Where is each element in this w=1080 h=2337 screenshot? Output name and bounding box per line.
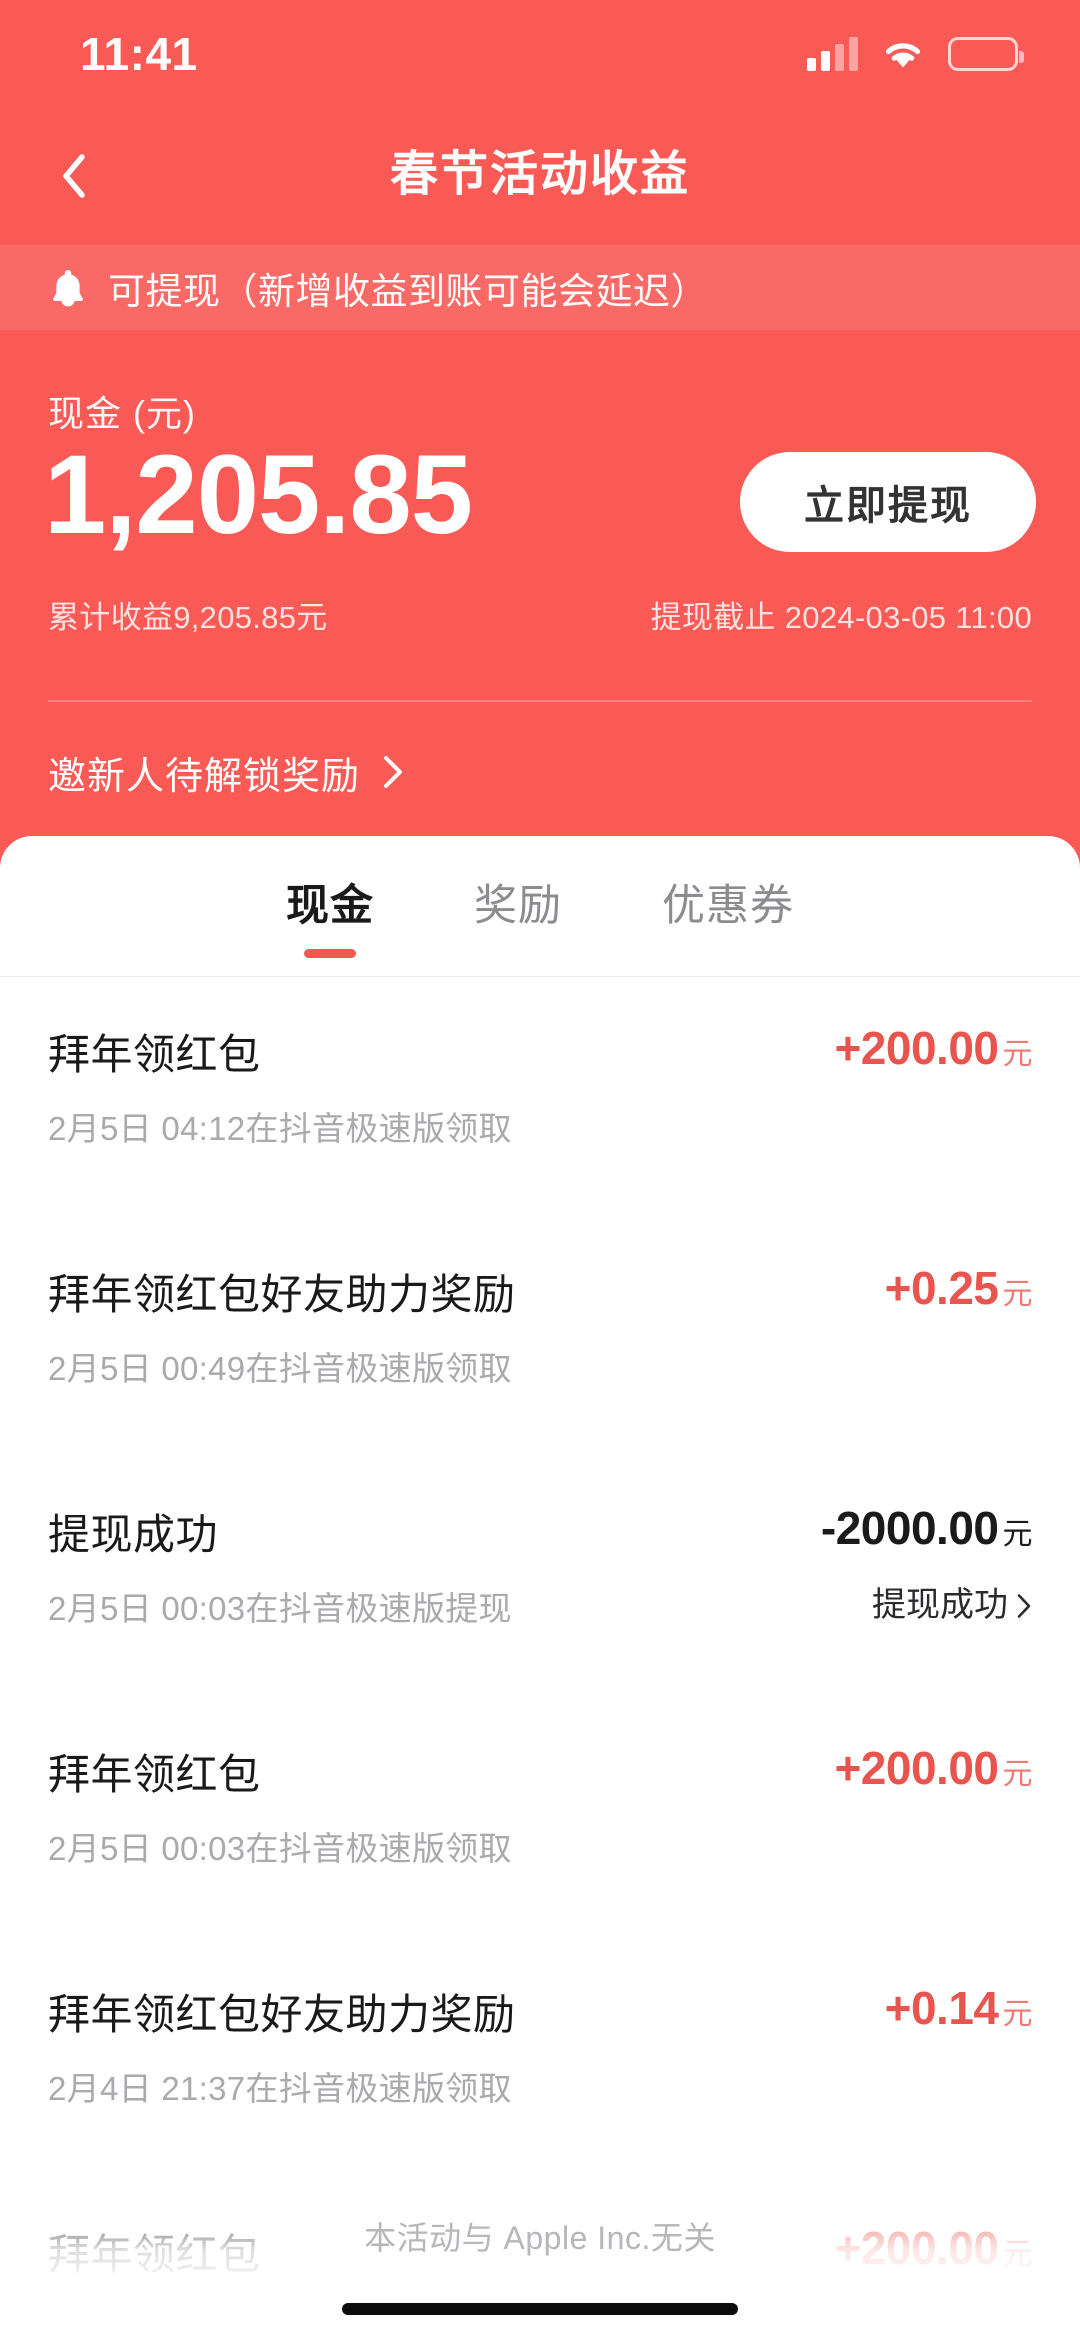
withdraw-deadline: 提现截止 2024-03-05 11:00 [650, 600, 1032, 635]
transaction-amount-value: +200.00 [834, 1022, 999, 1074]
transaction-right: +0.14 元 [884, 1981, 1033, 2035]
tab-coupons-label: 优惠券 [662, 882, 794, 930]
tab-bar: 现金 奖励 优惠券 [0, 836, 1080, 976]
table-row[interactable]: 拜年领红包 2月5日 00:03在抖音极速版领取 +200.00 元 [0, 1697, 1080, 1937]
nav-bar: 春节活动收益 [0, 110, 1080, 240]
table-row[interactable]: 提现成功 2月5日 00:03在抖音极速版提现 -2000.00 元 提现成功 [0, 1457, 1080, 1697]
transaction-amount-unit: 元 [1002, 1278, 1033, 1311]
tab-rewards-label: 奖励 [474, 882, 562, 930]
transaction-right: +200.00 元 [834, 1021, 1032, 1075]
transaction-list[interactable]: 拜年领红包 2月5日 04:12在抖音极速版领取 +200.00 元 拜年领红包好… [0, 977, 1080, 2337]
transaction-amount-unit: 元 [1002, 1038, 1033, 1071]
invite-rewards-label: 邀新人待解锁奖励 [48, 755, 361, 798]
home-indicator[interactable] [342, 2303, 738, 2315]
transaction-amount-value: +200.00 [834, 1742, 999, 1794]
table-row[interactable]: 拜年领红包好友助力奖励 2月4日 21:37在抖音极速版领取 +0.14 元 [0, 1937, 1080, 2177]
wifi-icon [880, 37, 926, 71]
transaction-amount-unit: 元 [1002, 1998, 1033, 2031]
tab-cash[interactable]: 现金 [236, 836, 424, 976]
transaction-subtitle: 2月5日 00:49在抖音极速版领取 [48, 1350, 512, 1387]
status-bar: 11:41 [0, 0, 1080, 108]
battery-icon [948, 37, 1024, 71]
transaction-amount: +0.14 元 [884, 1981, 1033, 2035]
chevron-right-icon [1016, 1589, 1032, 1618]
transaction-right: -2000.00 元 提现成功 [820, 1501, 1033, 1626]
transaction-subtitle: 2月5日 04:12在抖音极速版领取 [48, 1110, 512, 1147]
transaction-amount-value: +0.14 [884, 1982, 999, 2034]
signal-bars-icon [807, 37, 858, 71]
status-bar-icons [807, 37, 1024, 71]
transaction-amount-unit: 元 [1002, 1518, 1033, 1551]
withdraw-now-button[interactable]: 立即提现 [740, 452, 1036, 552]
transaction-status-label: 提现成功 [872, 1586, 1008, 1624]
transaction-amount: +0.25 元 [884, 1261, 1033, 1315]
transaction-right: +200.00 元 [834, 1741, 1032, 1795]
tab-rewards[interactable]: 奖励 [424, 836, 612, 976]
transaction-amount-value: +0.25 [884, 1262, 999, 1314]
transaction-amount: -2000.00 元 [820, 1501, 1033, 1555]
notice-text: 可提现（新增收益到账可能会延迟） [108, 270, 708, 312]
status-bar-time: 11:41 [80, 28, 198, 80]
transaction-subtitle: 2月5日 00:03在抖音极速版领取 [48, 1830, 512, 1867]
bell-icon [48, 266, 88, 310]
transaction-amount-value: -2000.00 [820, 1502, 999, 1554]
transaction-right: +0.25 元 [884, 1261, 1033, 1315]
transaction-amount: +200.00 元 [834, 1021, 1032, 1075]
apple-disclaimer: 本活动与 Apple Inc.无关 [364, 2220, 716, 2256]
transaction-amount-unit: 元 [1002, 1758, 1033, 1791]
table-row[interactable]: 拜年领红包 2月5日 04:12在抖音极速版领取 +200.00 元 [0, 977, 1080, 1217]
tab-active-indicator [304, 949, 356, 958]
app-screen: 11:41 春节活动收益 可提现（新增收益到账可能会延迟） 现金 (元) 1,2… [0, 0, 1080, 2337]
tab-coupons[interactable]: 优惠券 [612, 836, 844, 976]
cash-amount: 1,205.85 [44, 432, 473, 557]
cumulative-earnings: 累计收益9,205.85元 [48, 600, 328, 635]
table-row[interactable]: 拜年领红包好友助力奖励 2月5日 00:49在抖音极速版领取 +0.25 元 [0, 1217, 1080, 1457]
content-sheet: 现金 奖励 优惠券 拜年领红包 2月5日 04:12在抖音极速版领取 +200.… [0, 836, 1080, 2337]
transaction-status-link[interactable]: 提现成功 [821, 1577, 1032, 1626]
hero-divider [48, 700, 1032, 702]
transaction-subtitle: 2月4日 21:37在抖音极速版领取 [48, 2070, 512, 2107]
tab-cash-label: 现金 [286, 882, 374, 930]
page-title: 春节活动收益 [389, 148, 690, 201]
withdrawable-notice-banner: 可提现（新增收益到账可能会延迟） [0, 245, 1080, 330]
invite-rewards-link[interactable]: 邀新人待解锁奖励 [48, 732, 404, 812]
transaction-amount: +200.00 元 [834, 1741, 1032, 1795]
chevron-right-icon [382, 755, 404, 789]
